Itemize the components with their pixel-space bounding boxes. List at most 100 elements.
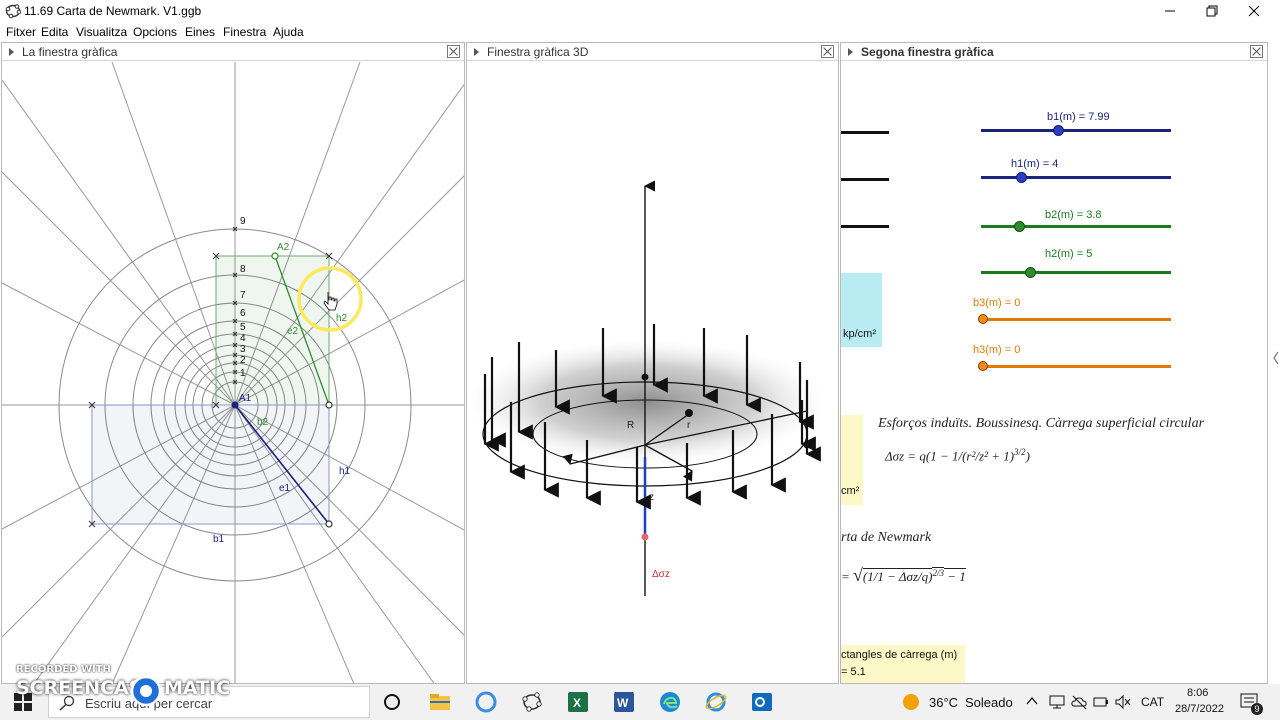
formula-close: ) — [1025, 448, 1030, 464]
collapse-arrow-icon[interactable] — [9, 48, 14, 56]
watermark-line3: MATIC — [164, 677, 231, 699]
slider-knob[interactable] — [1025, 267, 1036, 278]
slider-h1[interactable]: h1(m) = 4 — [981, 156, 1173, 183]
label-3: 3 — [240, 344, 246, 355]
label-e1: e1 — [279, 483, 291, 494]
outlook-icon[interactable] — [750, 690, 774, 714]
side-panel-toggle[interactable] — [1269, 42, 1280, 684]
clock-date[interactable]: 28/7/2022 — [1175, 703, 1224, 715]
menu-ajuda[interactable]: Ajuda — [273, 25, 304, 39]
newmark-chart-canvas[interactable]: 9 8 7 6 5 4 3 2 1 A1 A2 e2 h2 b2 h1 e1 b… — [2, 62, 465, 684]
cortana-icon[interactable] — [474, 690, 498, 714]
sqrt-symbol: √ — [853, 565, 863, 585]
slider-track[interactable] — [981, 318, 1171, 321]
volume-muted-icon[interactable] — [1114, 694, 1132, 710]
menu-visualitza[interactable]: Visualitza — [76, 25, 127, 39]
minimize-button[interactable] — [1148, 0, 1192, 22]
slider-label: h3(m) = 0 — [973, 344, 1021, 356]
rectangles-label: ctangles de càrrega (m) — [841, 649, 958, 661]
panel-title: La finestra gràfica — [22, 45, 118, 59]
clock-time[interactable]: 8:06 — [1187, 687, 1208, 699]
slider-b2[interactable]: b2(m) = 3.8 — [981, 203, 1173, 232]
rectangle-2 — [215, 255, 330, 406]
menu-edita[interactable]: Edita — [41, 25, 68, 39]
3d-canvas[interactable]: R r z Δσz — [467, 62, 839, 684]
label-4: 4 — [240, 333, 246, 344]
graphics-view-3d[interactable]: Finestra gràfica 3D R r z Δσz — [466, 42, 839, 684]
screencast-watermark: RECORDED WITH SCREENCAST MATIC — [16, 664, 230, 707]
network-icon[interactable] — [1048, 694, 1066, 710]
close-icon — [1248, 5, 1260, 17]
label-6: 6 — [240, 308, 246, 319]
slider-knob[interactable] — [978, 314, 988, 324]
slider-track[interactable] — [981, 129, 1171, 132]
formula-text: Δσz = q(1 − 1/(r²/z² + 1) — [885, 448, 1015, 464]
slider-b3[interactable]: b3(m) = 0 — [973, 297, 1173, 324]
geogebra-taskbar-icon[interactable] — [520, 690, 544, 714]
restore-icon — [1206, 5, 1218, 17]
menu-fitxer[interactable]: Fitxer — [6, 25, 36, 39]
graphics-view-2[interactable]: Segona finestra gràfica kp/cm² cm² b1(m)… — [840, 42, 1268, 684]
rectangles-info-box: ctangles de càrrega (m) = 5.1 — [841, 645, 965, 683]
unit-cm2: cm² — [841, 485, 860, 497]
task-view-icon[interactable] — [380, 690, 404, 714]
label-dsigma: Δσz — [652, 569, 670, 580]
label-1: 1 — [240, 368, 246, 379]
internet-explorer-icon[interactable] — [704, 690, 728, 714]
title-bar: 11.69 Carta de Newmark. V1.ggb — [0, 0, 1280, 22]
menu-finestra[interactable]: Finestra — [223, 25, 266, 39]
formula-prefix: = — [841, 569, 854, 584]
label-b2: b2 — [257, 417, 269, 428]
slider-b1[interactable]: b1(m) = 7.99 — [981, 109, 1173, 136]
chevron-up-icon[interactable] — [1026, 696, 1038, 706]
close-panel-icon[interactable] — [447, 45, 460, 58]
slider-track[interactable] — [981, 225, 1171, 228]
slider-track[interactable] — [981, 176, 1171, 179]
slider-knob[interactable] — [978, 361, 988, 371]
close-panel-icon[interactable] — [821, 45, 834, 58]
minimize-icon — [1165, 10, 1175, 12]
weather-text[interactable]: Soleado — [965, 695, 1013, 710]
formula-suffix: − 1 — [943, 568, 966, 584]
notifications-badge: 9 — [1251, 703, 1263, 715]
menu-eines[interactable]: Eines — [185, 25, 215, 39]
slider-label: b3(m) = 0 — [973, 297, 1021, 309]
point-A1 — [231, 401, 239, 409]
slider-track[interactable] — [981, 271, 1171, 274]
cloud-offline-icon[interactable] — [1070, 694, 1088, 710]
slider-label: b2(m) = 3.8 — [1045, 209, 1102, 221]
excel-icon[interactable]: X — [566, 690, 590, 714]
restore-button[interactable] — [1190, 0, 1234, 22]
label-R: R — [627, 420, 634, 431]
edge-icon[interactable] — [658, 690, 682, 714]
slider-h3[interactable]: h3(m) = 0 — [973, 344, 1173, 371]
slider-label: b1(m) = 7.99 — [1047, 111, 1110, 123]
collapse-arrow-icon[interactable] — [474, 48, 479, 56]
screencast-record-icon — [130, 675, 162, 707]
collapse-arrow-icon[interactable] — [848, 48, 853, 56]
battery-icon[interactable] — [1092, 694, 1110, 710]
word-icon[interactable]: W — [612, 690, 636, 714]
slider-track[interactable] — [981, 365, 1171, 368]
slider-label: h1(m) = 4 — [1011, 158, 1059, 170]
panel-title: Finestra gràfica 3D — [487, 45, 589, 59]
input-language[interactable]: CAT — [1141, 695, 1164, 709]
slider-h2[interactable]: h2(m) = 5 — [981, 243, 1173, 278]
label-5: 5 — [240, 322, 246, 333]
slider-knob[interactable] — [1016, 172, 1027, 183]
point-corner — [325, 401, 333, 409]
close-button[interactable] — [1232, 0, 1276, 22]
file-explorer-icon[interactable] — [428, 690, 452, 714]
label-A2: A2 — [277, 242, 290, 253]
menu-opcions[interactable]: Opcions — [133, 25, 177, 39]
slider-knob[interactable] — [1014, 221, 1025, 232]
close-panel-icon[interactable] — [1250, 45, 1263, 58]
graphics-view-1[interactable]: La finestra gràfica 9 8 7 6 5 4 3 2 1 A1… — [1, 42, 465, 684]
black-line-2 — [841, 178, 889, 181]
cyan-result-box: kp/cm² — [841, 273, 882, 347]
formula-exponent: 3/2 — [1014, 447, 1026, 457]
temperature[interactable]: 36°C — [929, 695, 958, 710]
slider-knob[interactable] — [1053, 125, 1064, 136]
formula-text: (1/1 − Δσz/q) — [862, 568, 933, 584]
svg-text:X: X — [573, 696, 581, 710]
